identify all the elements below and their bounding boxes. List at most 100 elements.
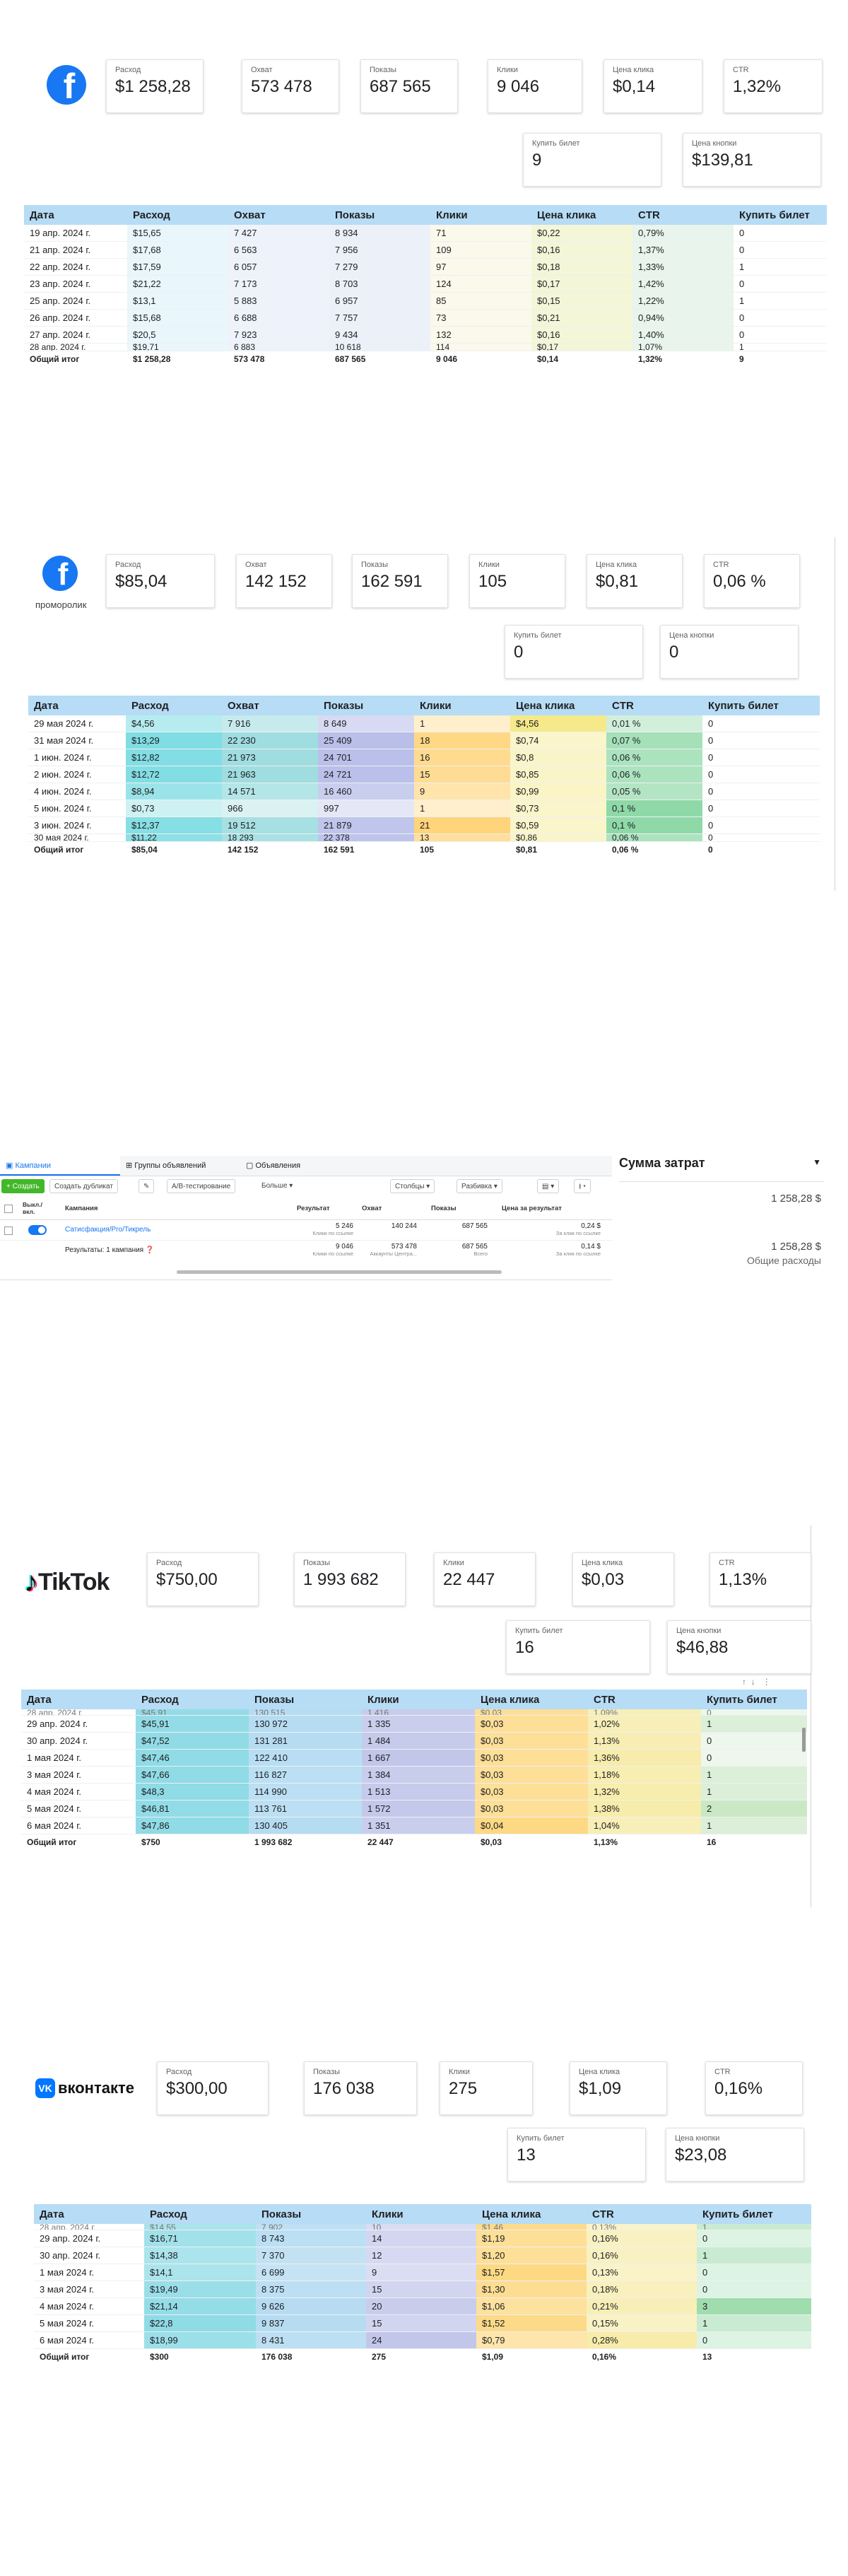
column-header[interactable]: Клики (362, 1690, 475, 1709)
campaign-toggle[interactable] (28, 1225, 47, 1235)
table-cell: 130 972 (249, 1715, 362, 1733)
card-value: 1,32% (733, 77, 782, 96)
column-header[interactable]: Расход (144, 2204, 256, 2224)
column-header[interactable]: Цена клика (476, 2204, 587, 2224)
column-header[interactable]: Купить билет (697, 2204, 811, 2224)
column-header[interactable]: Дата (34, 2204, 144, 2224)
total-cell: 105 (414, 841, 510, 857)
column-header[interactable]: Купить билет (701, 1690, 807, 1709)
column-header[interactable]: CTR (632, 205, 734, 225)
table-header-row: Дата Расход Показы Клики Цена клика CTR Купить… (34, 2204, 811, 2224)
breakdown-button[interactable]: Разбивка ▾ (457, 1179, 502, 1193)
column-header[interactable]: Клики (414, 696, 510, 715)
column-header[interactable]: Цена клика (531, 205, 632, 225)
campaign-name-link[interactable]: Сатисфакция/Pro/Тикрель (65, 1226, 151, 1234)
vertical-scrollbar[interactable] (802, 1728, 806, 1752)
duplicate-button[interactable]: Создать дубликат (49, 1179, 118, 1193)
table-cell: 1 (697, 2224, 811, 2230)
table-cell: $0,03 (475, 1783, 588, 1801)
ab-test-button[interactable]: A/B-тестирование (167, 1179, 236, 1193)
columns-button[interactable]: Столбцы ▾ (390, 1179, 435, 1193)
table-row: 4 мая 2024 г. $48,3 114 990 1 513 $0,03 1,32%… (21, 1783, 807, 1801)
column-header[interactable]: Охват (222, 696, 318, 715)
column-header[interactable]: Цена клика (475, 1690, 588, 1709)
reports-button[interactable]: ▤ ▾ (537, 1179, 560, 1193)
col-cpr[interactable]: Цена за результат (502, 1205, 562, 1212)
column-header[interactable]: Дата (24, 205, 127, 225)
tiktok-note-icon: ♪ (24, 1567, 38, 1598)
column-header[interactable]: Показы (318, 696, 414, 715)
table-cell: 1,04% (588, 1817, 701, 1834)
col-toggle[interactable]: Выкл./вкл. (23, 1201, 51, 1215)
col-impressions[interactable]: Показы (431, 1205, 457, 1212)
table-cell: 0,06 % (606, 766, 702, 783)
card-label: Цена кнопки (692, 139, 737, 148)
edit-button[interactable]: ✎ (139, 1179, 155, 1193)
sort-up-icon[interactable]: ↑ (742, 1677, 746, 1687)
table-cell: 0,18% (587, 2281, 697, 2298)
column-header[interactable]: Расход (136, 1690, 249, 1709)
column-header[interactable]: CTR (606, 696, 702, 715)
column-header[interactable]: Расход (127, 205, 228, 225)
create-button[interactable]: + Создать (1, 1179, 45, 1193)
table-cell: 7 757 (329, 309, 430, 327)
table-cell: 18 (414, 732, 510, 749)
column-header[interactable]: CTR (587, 2204, 697, 2224)
horizontal-scrollbar[interactable] (177, 1270, 502, 1274)
tab-campaigns[interactable]: ▣ Кампании (0, 1156, 120, 1176)
table-cell: 1 416 (362, 1709, 475, 1716)
column-header[interactable]: Клики (366, 2204, 476, 2224)
table-row: 3 мая 2024 г. $19,49 8 375 15 $1,30 0,18% 0 (34, 2281, 811, 2298)
card-label: Показы (361, 561, 389, 569)
table-cell: $17,59 (127, 258, 228, 276)
spend-title-dropdown[interactable]: Сумма затрат ▼ (619, 1156, 824, 1182)
tab-adsets[interactable]: ⊞ Группы объявлений (120, 1156, 233, 1176)
table-cell: 0 (702, 766, 820, 783)
table-cell: 1 572 (362, 1800, 475, 1817)
table-cell: 6 057 (228, 258, 329, 276)
table-cell: 19 512 (222, 816, 318, 834)
row-checkbox[interactable] (4, 1226, 13, 1235)
column-header[interactable]: Цена клика (510, 696, 606, 715)
table-row: 30 апр. 2024 г. $14,38 7 370 12 $1,20 0,16% 1 (34, 2247, 811, 2264)
column-header[interactable]: Показы (329, 205, 430, 225)
table-row: 25 апр. 2024 г. $13,1 5 883 6 957 85 $0,15 1,2… (24, 292, 827, 310)
column-header[interactable]: Показы (256, 2204, 366, 2224)
sort-down-icon[interactable]: ↓ (751, 1677, 755, 1687)
tab-ads[interactable]: ▢ Объявления (240, 1156, 353, 1176)
checkbox-all[interactable] (4, 1205, 13, 1213)
result-value: 9 046 (335, 1243, 353, 1251)
more-options-icon[interactable]: ⋮ (762, 1677, 771, 1687)
column-header[interactable]: Клики (430, 205, 531, 225)
more-button[interactable]: Больше ▾ (257, 1179, 298, 1193)
card-value: 105 (478, 572, 507, 591)
column-header[interactable]: Показы (249, 1690, 362, 1709)
table-cell: $0,21 (531, 309, 632, 327)
col-campaign[interactable]: Кампания (65, 1205, 98, 1212)
table-cell: 8 703 (329, 275, 430, 293)
col-result[interactable]: Результат (297, 1205, 330, 1212)
table-cell: 9 434 (329, 326, 430, 344)
table-cell: $22,8 (144, 2314, 256, 2332)
column-header[interactable]: Дата (28, 696, 126, 715)
total-row: Общий итог $85,04 142 152 162 591 105 $0,81 0,… (28, 841, 820, 857)
table-cell: $21,14 (144, 2297, 256, 2315)
column-header[interactable]: Купить билет (734, 205, 827, 225)
column-header[interactable]: CTR (588, 1690, 701, 1709)
table-cell: 22 апр. 2024 г. (24, 258, 127, 276)
table-cell: 15 (366, 2281, 476, 2298)
ads-tabs: ▣ Кампании ⊞ Группы объявлений ▢ Объявле… (0, 1156, 612, 1176)
total-cell: $0,14 (531, 351, 632, 367)
table-cell: 1,18% (588, 1766, 701, 1784)
col-reach[interactable]: Охват (362, 1205, 382, 1212)
tiktok-wordmark: TikTok (38, 1569, 110, 1596)
column-header[interactable]: Охват (228, 205, 329, 225)
table-cell: 0,1 % (606, 816, 702, 834)
export-button[interactable]: ⭳ ▾ (574, 1179, 591, 1193)
column-header[interactable]: Дата (21, 1690, 136, 1709)
column-header[interactable]: Расход (126, 696, 222, 715)
column-header[interactable]: Купить билет (702, 696, 820, 715)
table-cell: 0 (702, 833, 820, 842)
table-cell: $13,1 (127, 292, 228, 310)
table-row: 27 апр. 2024 г. $20,5 7 923 9 434 132 $0,16 1,… (24, 326, 827, 344)
